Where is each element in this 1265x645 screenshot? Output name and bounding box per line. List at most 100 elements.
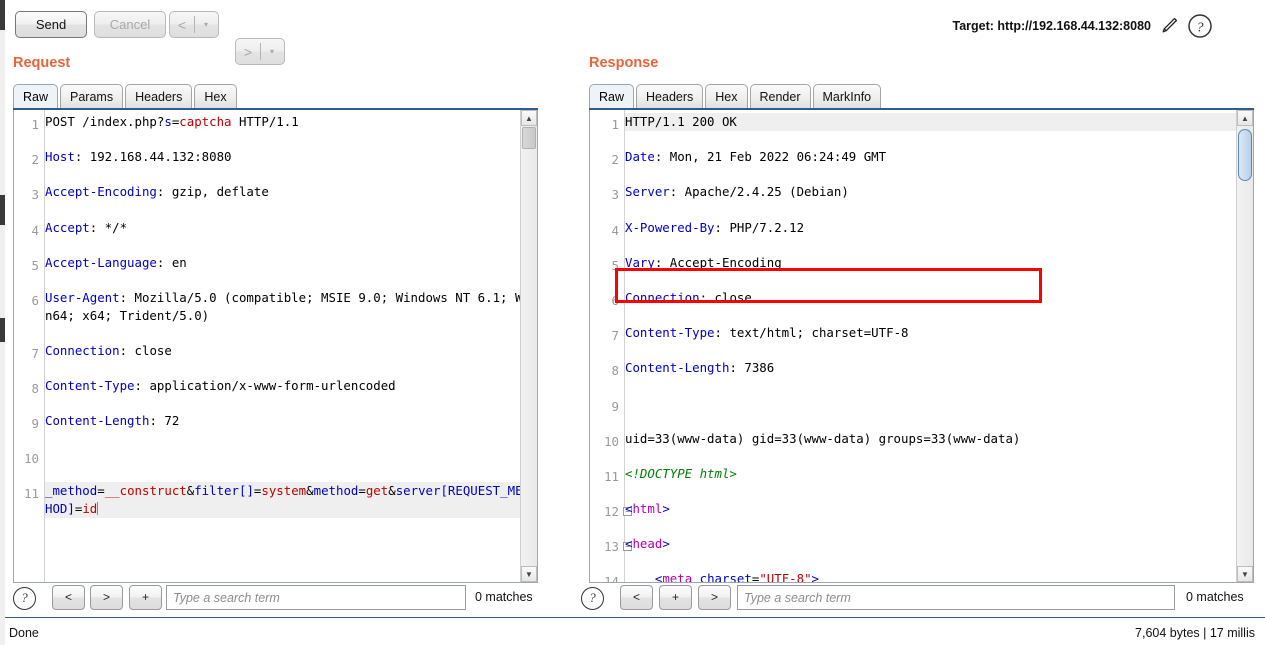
line-number: 3 — [31, 187, 39, 203]
code-line: POST /index.php?s=captcha HTTP/1.1 — [45, 114, 299, 129]
line-number: 11 — [24, 486, 39, 502]
request-tabs: Raw Params Headers Hex — [13, 84, 239, 109]
top-toolbar: Send Cancel < ▾ > ▾ Target: http://192.1… — [5, 0, 1265, 65]
burp-repeater-window: Send Cancel < ▾ > ▾ Target: http://192.1… — [0, 0, 1265, 645]
find-next-button[interactable]: > — [90, 585, 123, 610]
line-number: 5 — [31, 257, 39, 273]
code-line: Server: Apache/2.4.25 (Debian) — [625, 184, 849, 200]
code-line: uid=33(www-data) gid=33(www-data) groups… — [625, 430, 1021, 446]
line-number: 13 — [604, 539, 619, 555]
svg-text:?: ? — [1197, 21, 1204, 36]
help-circle-icon[interactable]: ? — [13, 587, 36, 610]
line-number: 2 — [31, 152, 39, 168]
response-tab-render[interactable]: Render — [749, 84, 811, 109]
response-tab-hex[interactable]: Hex — [705, 84, 748, 109]
code-line: Host: 192.168.44.132:8080 — [45, 149, 232, 165]
scroll-down-icon[interactable]: ▼ — [521, 566, 537, 582]
code-line: Date: Mon, 21 Feb 2022 06:24:49 GMT — [625, 149, 887, 165]
help-circle-icon[interactable]: ? — [1187, 13, 1213, 39]
line-number: 5 — [611, 257, 619, 273]
send-button[interactable]: Send — [15, 11, 87, 38]
response-gutter: 123456789101112−13−1415161718−1920212223… — [590, 110, 632, 583]
code-line: <html> — [625, 501, 670, 517]
code-line: X-Powered-By: PHP/7.2.12 — [625, 219, 805, 235]
code-line: Connection: close — [45, 342, 172, 358]
chevron-down-icon[interactable]: ▾ — [260, 39, 284, 64]
response-tabs: Raw Headers Hex Render MarkInfo — [589, 84, 883, 109]
response-pane-title: Response — [589, 55, 659, 71]
line-number: 8 — [31, 380, 39, 396]
request-match-count: 0 matches — [475, 590, 533, 604]
request-search-input[interactable] — [166, 585, 466, 610]
code-line: Content-Type: application/x-www-form-url… — [45, 377, 396, 393]
code-line: HTTP/1.1 200 OK — [625, 113, 1253, 131]
status-separator — [5, 617, 1265, 618]
response-tab-headers[interactable]: Headers — [636, 84, 704, 109]
response-scrollbar[interactable]: ▲ ▼ — [1236, 110, 1253, 582]
code-line: Accept-Encoding: gzip, deflate — [45, 184, 269, 200]
request-scrollbar[interactable]: ▲ ▼ — [520, 110, 537, 582]
code-line: Accept: */* — [45, 219, 128, 235]
code-line: Content-Length: 7386 — [625, 360, 775, 376]
request-editor[interactable]: 1 2 3 4 5 6 7 8 9 10 11 POST /index.php?s=captcha … — [13, 110, 538, 583]
line-number: 3 — [611, 187, 619, 203]
scroll-thumb[interactable] — [522, 127, 536, 149]
code-line: User-Agent: Mozilla/5.0 (compatible; MSI… — [45, 289, 530, 323]
find-next-button[interactable]: > — [698, 585, 731, 610]
line-number: 10 — [604, 433, 619, 449]
request-tab-headers[interactable]: Headers — [125, 84, 193, 109]
line-number: 7 — [611, 328, 619, 344]
help-circle-icon[interactable]: ? — [581, 587, 604, 610]
find-add-button[interactable]: + — [129, 585, 162, 610]
response-search-input[interactable] — [737, 585, 1175, 610]
line-number: 4 — [611, 222, 619, 238]
line-number: 11 — [604, 468, 619, 484]
find-add-button[interactable]: + — [659, 585, 692, 610]
request-find-bar: ? < + > 0 matches — [5, 585, 565, 615]
chevron-down-icon[interactable]: ▾ — [194, 12, 218, 37]
code-line: Content-Length: 72 — [45, 413, 180, 429]
request-code[interactable]: POST /index.php?s=captcha HTTP/1.1 Host:… — [45, 110, 537, 582]
text-cursor — [97, 502, 99, 516]
scroll-up-icon[interactable]: ▲ — [1237, 110, 1253, 126]
pencil-icon[interactable] — [1159, 16, 1179, 36]
line-number: 14 — [604, 574, 619, 583]
response-tab-markinfo[interactable]: MarkInfo — [812, 84, 882, 109]
response-editor[interactable]: 123456789101112−13−1415161718−1920212223… — [589, 110, 1254, 583]
cancel-button: Cancel — [94, 11, 166, 38]
line-number: 6 — [31, 292, 39, 308]
code-line: <meta charset="UTF-8"> — [625, 571, 819, 582]
line-number: 7 — [31, 345, 39, 361]
response-code[interactable]: HTTP/1.1 200 OK Date: Mon, 21 Feb 2022 0… — [625, 110, 1253, 582]
code-line: <head> — [625, 536, 670, 552]
code-line: <!DOCTYPE html> — [625, 465, 737, 481]
scroll-thumb[interactable] — [1238, 129, 1252, 181]
scroll-up-icon[interactable]: ▲ — [521, 110, 537, 126]
target-label: Target: http://192.168.44.132:8080 — [952, 19, 1151, 33]
code-line: _method=__construct&filter[]=system&meth… — [45, 482, 537, 518]
code-line: Connection: close — [625, 289, 752, 305]
back-button[interactable]: < ▾ — [169, 11, 219, 38]
request-tab-raw[interactable]: Raw — [13, 84, 59, 109]
line-number: 10 — [24, 451, 39, 467]
request-tab-hex[interactable]: Hex — [194, 84, 237, 109]
scroll-down-icon[interactable]: ▼ — [1237, 566, 1253, 582]
line-number: 12 — [604, 504, 619, 520]
status-message: Done — [9, 626, 39, 640]
request-tab-params[interactable]: Params — [60, 84, 124, 109]
response-find-bar: ? < + > 0 matches — [578, 585, 1265, 615]
line-number: 1 — [31, 117, 39, 132]
response-tab-raw[interactable]: Raw — [589, 84, 635, 109]
find-prev-button[interactable]: < — [52, 585, 85, 610]
line-number: 9 — [611, 398, 619, 414]
line-number: 6 — [611, 292, 619, 308]
status-metrics: 7,604 bytes | 17 millis — [1135, 626, 1255, 640]
code-line: Content-Type: text/html; charset=UTF-8 — [625, 325, 909, 341]
find-prev-button[interactable]: < — [620, 585, 653, 610]
request-gutter: 1 2 3 4 5 6 7 8 9 10 11 — [14, 110, 45, 582]
forward-button[interactable]: > ▾ — [235, 38, 285, 65]
back-arrow-icon: < — [177, 16, 187, 33]
forward-arrow-icon: > — [243, 43, 253, 60]
